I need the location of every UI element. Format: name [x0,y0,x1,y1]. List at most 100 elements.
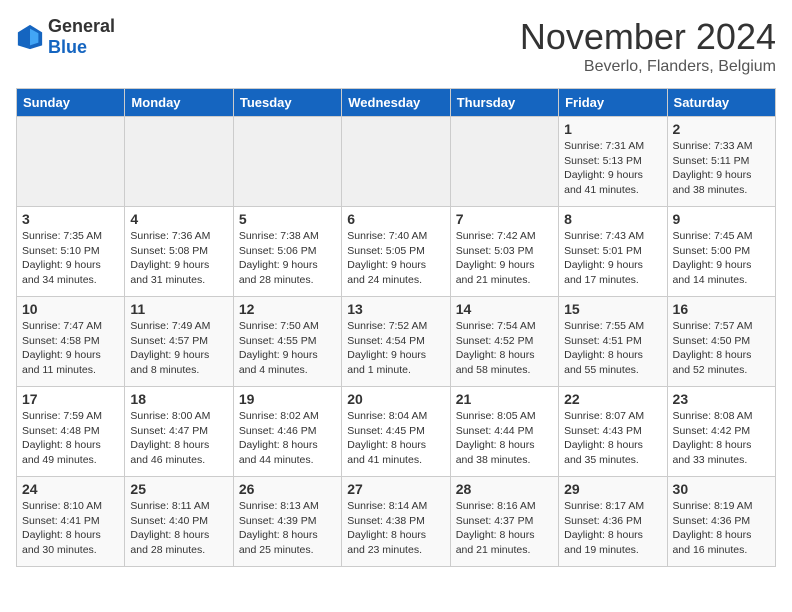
day-number: 24 [22,481,119,497]
day-detail: Sunrise: 7:33 AMSunset: 5:11 PMDaylight:… [673,139,770,198]
day-detail: Sunrise: 8:11 AMSunset: 4:40 PMDaylight:… [130,499,227,558]
day-cell-21: 21 Sunrise: 8:05 AMSunset: 4:44 PMDayligh… [450,387,558,477]
day-detail: Sunrise: 7:57 AMSunset: 4:50 PMDaylight:… [673,319,770,378]
day-detail: Sunrise: 7:43 AMSunset: 5:01 PMDaylight:… [564,229,661,288]
day-cell-10: 10 Sunrise: 7:47 AMSunset: 4:58 PMDayligh… [17,297,125,387]
day-detail: Sunrise: 8:05 AMSunset: 4:44 PMDaylight:… [456,409,553,468]
empty-cell [450,117,558,207]
day-cell-30: 30 Sunrise: 8:19 AMSunset: 4:36 PMDayligh… [667,477,775,567]
day-cell-22: 22 Sunrise: 8:07 AMSunset: 4:43 PMDayligh… [559,387,667,477]
day-number: 10 [22,301,119,317]
day-cell-19: 19Sunrise: 8:02 AMSunset: 4:46 PMDayligh… [233,387,341,477]
day-cell-28: 28 Sunrise: 8:16 AMSunset: 4:37 PMDayligh… [450,477,558,567]
day-detail: Sunrise: 8:17 AMSunset: 4:36 PMDaylight:… [564,499,661,558]
day-cell-12: 12 Sunrise: 7:50 AMSunset: 4:55 PMDayligh… [233,297,341,387]
day-number: 18 [130,391,227,407]
day-detail: Sunrise: 8:02 AMSunset: 4:46 PMDaylight:… [239,409,336,468]
day-cell-14: 14Sunrise: 7:54 AMSunset: 4:52 PMDayligh… [450,297,558,387]
day-number: 30 [673,481,770,497]
day-number: 2 [673,121,770,137]
empty-cell [233,117,341,207]
day-detail: Sunrise: 8:10 AMSunset: 4:41 PMDaylight:… [22,499,119,558]
day-number: 22 [564,391,661,407]
week-row-1: 1Sunrise: 7:31 AMSunset: 5:13 PMDaylight… [17,117,776,207]
day-detail: Sunrise: 7:36 AMSunset: 5:08 PMDaylight:… [130,229,227,288]
day-number: 25 [130,481,227,497]
day-cell-4: 4 Sunrise: 7:36 AMSunset: 5:08 PMDaylight… [125,207,233,297]
day-cell-9: 9 Sunrise: 7:45 AMSunset: 5:00 PMDaylight… [667,207,775,297]
day-detail: Sunrise: 8:08 AMSunset: 4:42 PMDaylight:… [673,409,770,468]
day-detail: Sunrise: 8:19 AMSunset: 4:36 PMDaylight:… [673,499,770,558]
day-number: 3 [22,211,119,227]
page-header: General Blue November 2024 Beverlo, Flan… [16,16,776,76]
week-row-5: 24 Sunrise: 8:10 AMSunset: 4:41 PMDayligh… [17,477,776,567]
day-number: 29 [564,481,661,497]
day-detail: Sunrise: 8:00 AMSunset: 4:47 PMDaylight:… [130,409,227,468]
logo-icon [16,23,44,51]
day-detail: Sunrise: 7:47 AMSunset: 4:58 PMDaylight:… [22,319,119,378]
day-number: 14 [456,301,553,317]
day-cell-1: 1Sunrise: 7:31 AMSunset: 5:13 PMDaylight… [559,117,667,207]
empty-cell [17,117,125,207]
week-row-3: 10 Sunrise: 7:47 AMSunset: 4:58 PMDayligh… [17,297,776,387]
day-cell-2: 2 Sunrise: 7:33 AMSunset: 5:11 PMDaylight… [667,117,775,207]
day-number: 26 [239,481,336,497]
header-wednesday: Wednesday [342,89,450,117]
day-number: 6 [347,211,444,227]
day-number: 9 [673,211,770,227]
day-detail: Sunrise: 7:52 AMSunset: 4:54 PMDaylight:… [347,319,444,378]
day-detail: Sunrise: 7:35 AMSunset: 5:10 PMDaylight:… [22,229,119,288]
day-number: 8 [564,211,661,227]
day-number: 12 [239,301,336,317]
day-number: 4 [130,211,227,227]
day-cell-16: 16 Sunrise: 7:57 AMSunset: 4:50 PMDayligh… [667,297,775,387]
header-tuesday: Tuesday [233,89,341,117]
day-detail: Sunrise: 7:49 AMSunset: 4:57 PMDaylight:… [130,319,227,378]
day-cell-7: 7 Sunrise: 7:42 AMSunset: 5:03 PMDaylight… [450,207,558,297]
day-cell-3: 3 Sunrise: 7:35 AMSunset: 5:10 PMDaylight… [17,207,125,297]
day-detail: Sunrise: 7:45 AMSunset: 5:00 PMDaylight:… [673,229,770,288]
day-number: 5 [239,211,336,227]
header-thursday: Thursday [450,89,558,117]
week-row-2: 3 Sunrise: 7:35 AMSunset: 5:10 PMDaylight… [17,207,776,297]
day-cell-27: 27Sunrise: 8:14 AMSunset: 4:38 PMDayligh… [342,477,450,567]
day-number: 16 [673,301,770,317]
day-cell-15: 15Sunrise: 7:55 AMSunset: 4:51 PMDayligh… [559,297,667,387]
header-sunday: Sunday [17,89,125,117]
day-cell-11: 11 Sunrise: 7:49 AMSunset: 4:57 PMDayligh… [125,297,233,387]
day-detail: Sunrise: 8:07 AMSunset: 4:43 PMDaylight:… [564,409,661,468]
title-area: November 2024 Beverlo, Flanders, Belgium [520,16,776,76]
day-cell-8: 8 Sunrise: 7:43 AMSunset: 5:01 PMDaylight… [559,207,667,297]
day-cell-26: 26 Sunrise: 8:13 AMSunset: 4:39 PMDayligh… [233,477,341,567]
month-title: November 2024 [520,16,776,58]
day-cell-6: 6 Sunrise: 7:40 AMSunset: 5:05 PMDaylight… [342,207,450,297]
day-detail: Sunrise: 8:13 AMSunset: 4:39 PMDaylight:… [239,499,336,558]
header-friday: Friday [559,89,667,117]
day-cell-23: 23 Sunrise: 8:08 AMSunset: 4:42 PMDayligh… [667,387,775,477]
day-detail: Sunrise: 8:04 AMSunset: 4:45 PMDaylight:… [347,409,444,468]
day-cell-13: 13 Sunrise: 7:52 AMSunset: 4:54 PMDayligh… [342,297,450,387]
empty-cell [125,117,233,207]
day-detail: Sunrise: 7:31 AMSunset: 5:13 PMDaylight:… [564,139,661,198]
day-cell-5: 5Sunrise: 7:38 AMSunset: 5:06 PMDaylight… [233,207,341,297]
day-cell-17: 17Sunrise: 7:59 AMSunset: 4:48 PMDayligh… [17,387,125,477]
calendar-table: SundayMondayTuesdayWednesdayThursdayFrid… [16,88,776,567]
calendar-header-row: SundayMondayTuesdayWednesdayThursdayFrid… [17,89,776,117]
day-cell-25: 25 Sunrise: 8:11 AMSunset: 4:40 PMDayligh… [125,477,233,567]
day-number: 17 [22,391,119,407]
day-detail: Sunrise: 7:42 AMSunset: 5:03 PMDaylight:… [456,229,553,288]
day-number: 28 [456,481,553,497]
day-cell-18: 18 Sunrise: 8:00 AMSunset: 4:47 PMDayligh… [125,387,233,477]
day-number: 13 [347,301,444,317]
day-cell-29: 29 Sunrise: 8:17 AMSunset: 4:36 PMDayligh… [559,477,667,567]
header-saturday: Saturday [667,89,775,117]
day-number: 23 [673,391,770,407]
header-monday: Monday [125,89,233,117]
day-number: 21 [456,391,553,407]
logo-text-blue: Blue [48,37,87,57]
day-detail: Sunrise: 7:50 AMSunset: 4:55 PMDaylight:… [239,319,336,378]
day-detail: Sunrise: 7:40 AMSunset: 5:05 PMDaylight:… [347,229,444,288]
day-number: 11 [130,301,227,317]
day-detail: Sunrise: 8:16 AMSunset: 4:37 PMDaylight:… [456,499,553,558]
day-number: 7 [456,211,553,227]
